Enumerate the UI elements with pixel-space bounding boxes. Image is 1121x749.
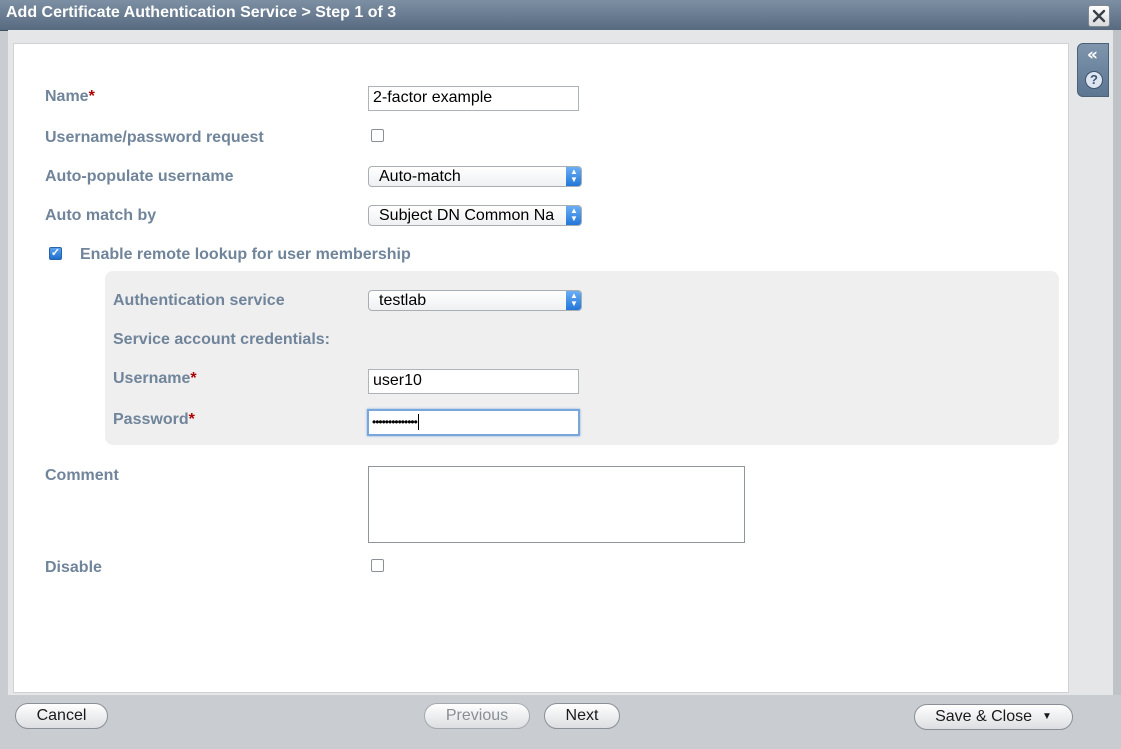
auto-match-by-label: Auto match by xyxy=(45,207,157,224)
select-arrows-icon: ▲ ▼ xyxy=(566,167,581,186)
collapse-chevron-icon[interactable]: « xyxy=(1087,46,1098,64)
username-password-request-checkbox[interactable] xyxy=(371,129,384,142)
text-caret xyxy=(417,413,419,430)
disable-checkbox[interactable] xyxy=(371,559,384,572)
username-input[interactable]: user10 xyxy=(368,369,579,394)
auto-populate-username-value: Auto-match xyxy=(379,168,461,185)
name-label: Name* xyxy=(45,88,95,106)
authentication-service-select[interactable]: testlab ▲ ▼ xyxy=(368,290,582,311)
previous-button[interactable]: Previous xyxy=(424,703,530,729)
auto-populate-username-select[interactable]: Auto-match ▲ ▼ xyxy=(368,166,582,187)
dialog-titlebar: Add Certificate Authentication Service >… xyxy=(0,0,1121,31)
select-arrows-icon: ▲ ▼ xyxy=(566,206,581,225)
username-label: Username* xyxy=(113,370,197,388)
save-close-button-label: Save & Close xyxy=(935,708,1033,726)
dropdown-arrow-icon[interactable]: ▼ xyxy=(1042,705,1052,729)
authentication-service-value: testlab xyxy=(379,292,427,309)
enable-remote-lookup-checkbox[interactable]: ✓ xyxy=(49,247,62,260)
password-input-value: •••••••••••••• xyxy=(372,415,418,429)
name-input[interactable]: 2-factor example xyxy=(368,86,579,111)
username-input-value: user10 xyxy=(373,372,422,389)
next-button-label: Next xyxy=(565,707,599,724)
name-label-text: Name xyxy=(45,88,89,105)
previous-button-label: Previous xyxy=(445,707,509,724)
disable-label: Disable xyxy=(45,559,102,576)
username-required-mark: * xyxy=(190,370,197,387)
name-input-value: 2-factor example xyxy=(373,89,493,106)
name-required-mark: * xyxy=(88,88,95,105)
authentication-service-label: Authentication service xyxy=(113,292,285,309)
auto-populate-username-label: Auto-populate username xyxy=(45,168,234,185)
service-account-credentials-label: Service account credentials: xyxy=(113,331,330,348)
comment-label: Comment xyxy=(45,467,119,484)
side-help-tab[interactable]: « ? xyxy=(1077,43,1109,97)
select-arrows-icon: ▲ ▼ xyxy=(566,291,581,310)
auto-match-by-select[interactable]: Subject DN Common Na ▲ ▼ xyxy=(368,205,582,226)
username-label-text: Username xyxy=(113,370,191,387)
comment-textarea[interactable] xyxy=(368,466,745,543)
password-label: Password* xyxy=(113,411,195,429)
username-password-request-label: Username/password request xyxy=(45,129,264,146)
password-input[interactable]: •••••••••••••• xyxy=(367,409,580,436)
password-label-text: Password xyxy=(113,411,189,428)
cancel-button[interactable]: Cancel xyxy=(15,703,108,729)
cancel-button-label: Cancel xyxy=(36,707,87,724)
close-icon xyxy=(1092,9,1106,23)
auto-match-by-value: Subject DN Common Na xyxy=(379,207,555,224)
dialog-edge-strip xyxy=(1113,30,1121,695)
enable-remote-lookup-label: Enable remote lookup for user membership xyxy=(80,246,411,263)
close-button[interactable] xyxy=(1088,5,1110,27)
add-certificate-auth-dialog: Add Certificate Authentication Service >… xyxy=(0,0,1121,749)
next-button[interactable]: Next xyxy=(544,703,620,729)
dialog-title: Add Certificate Authentication Service >… xyxy=(6,4,397,21)
password-required-mark: * xyxy=(188,411,195,428)
save-close-button[interactable]: Save & Close ▼ xyxy=(914,704,1073,730)
help-icon[interactable]: ? xyxy=(1085,71,1103,89)
